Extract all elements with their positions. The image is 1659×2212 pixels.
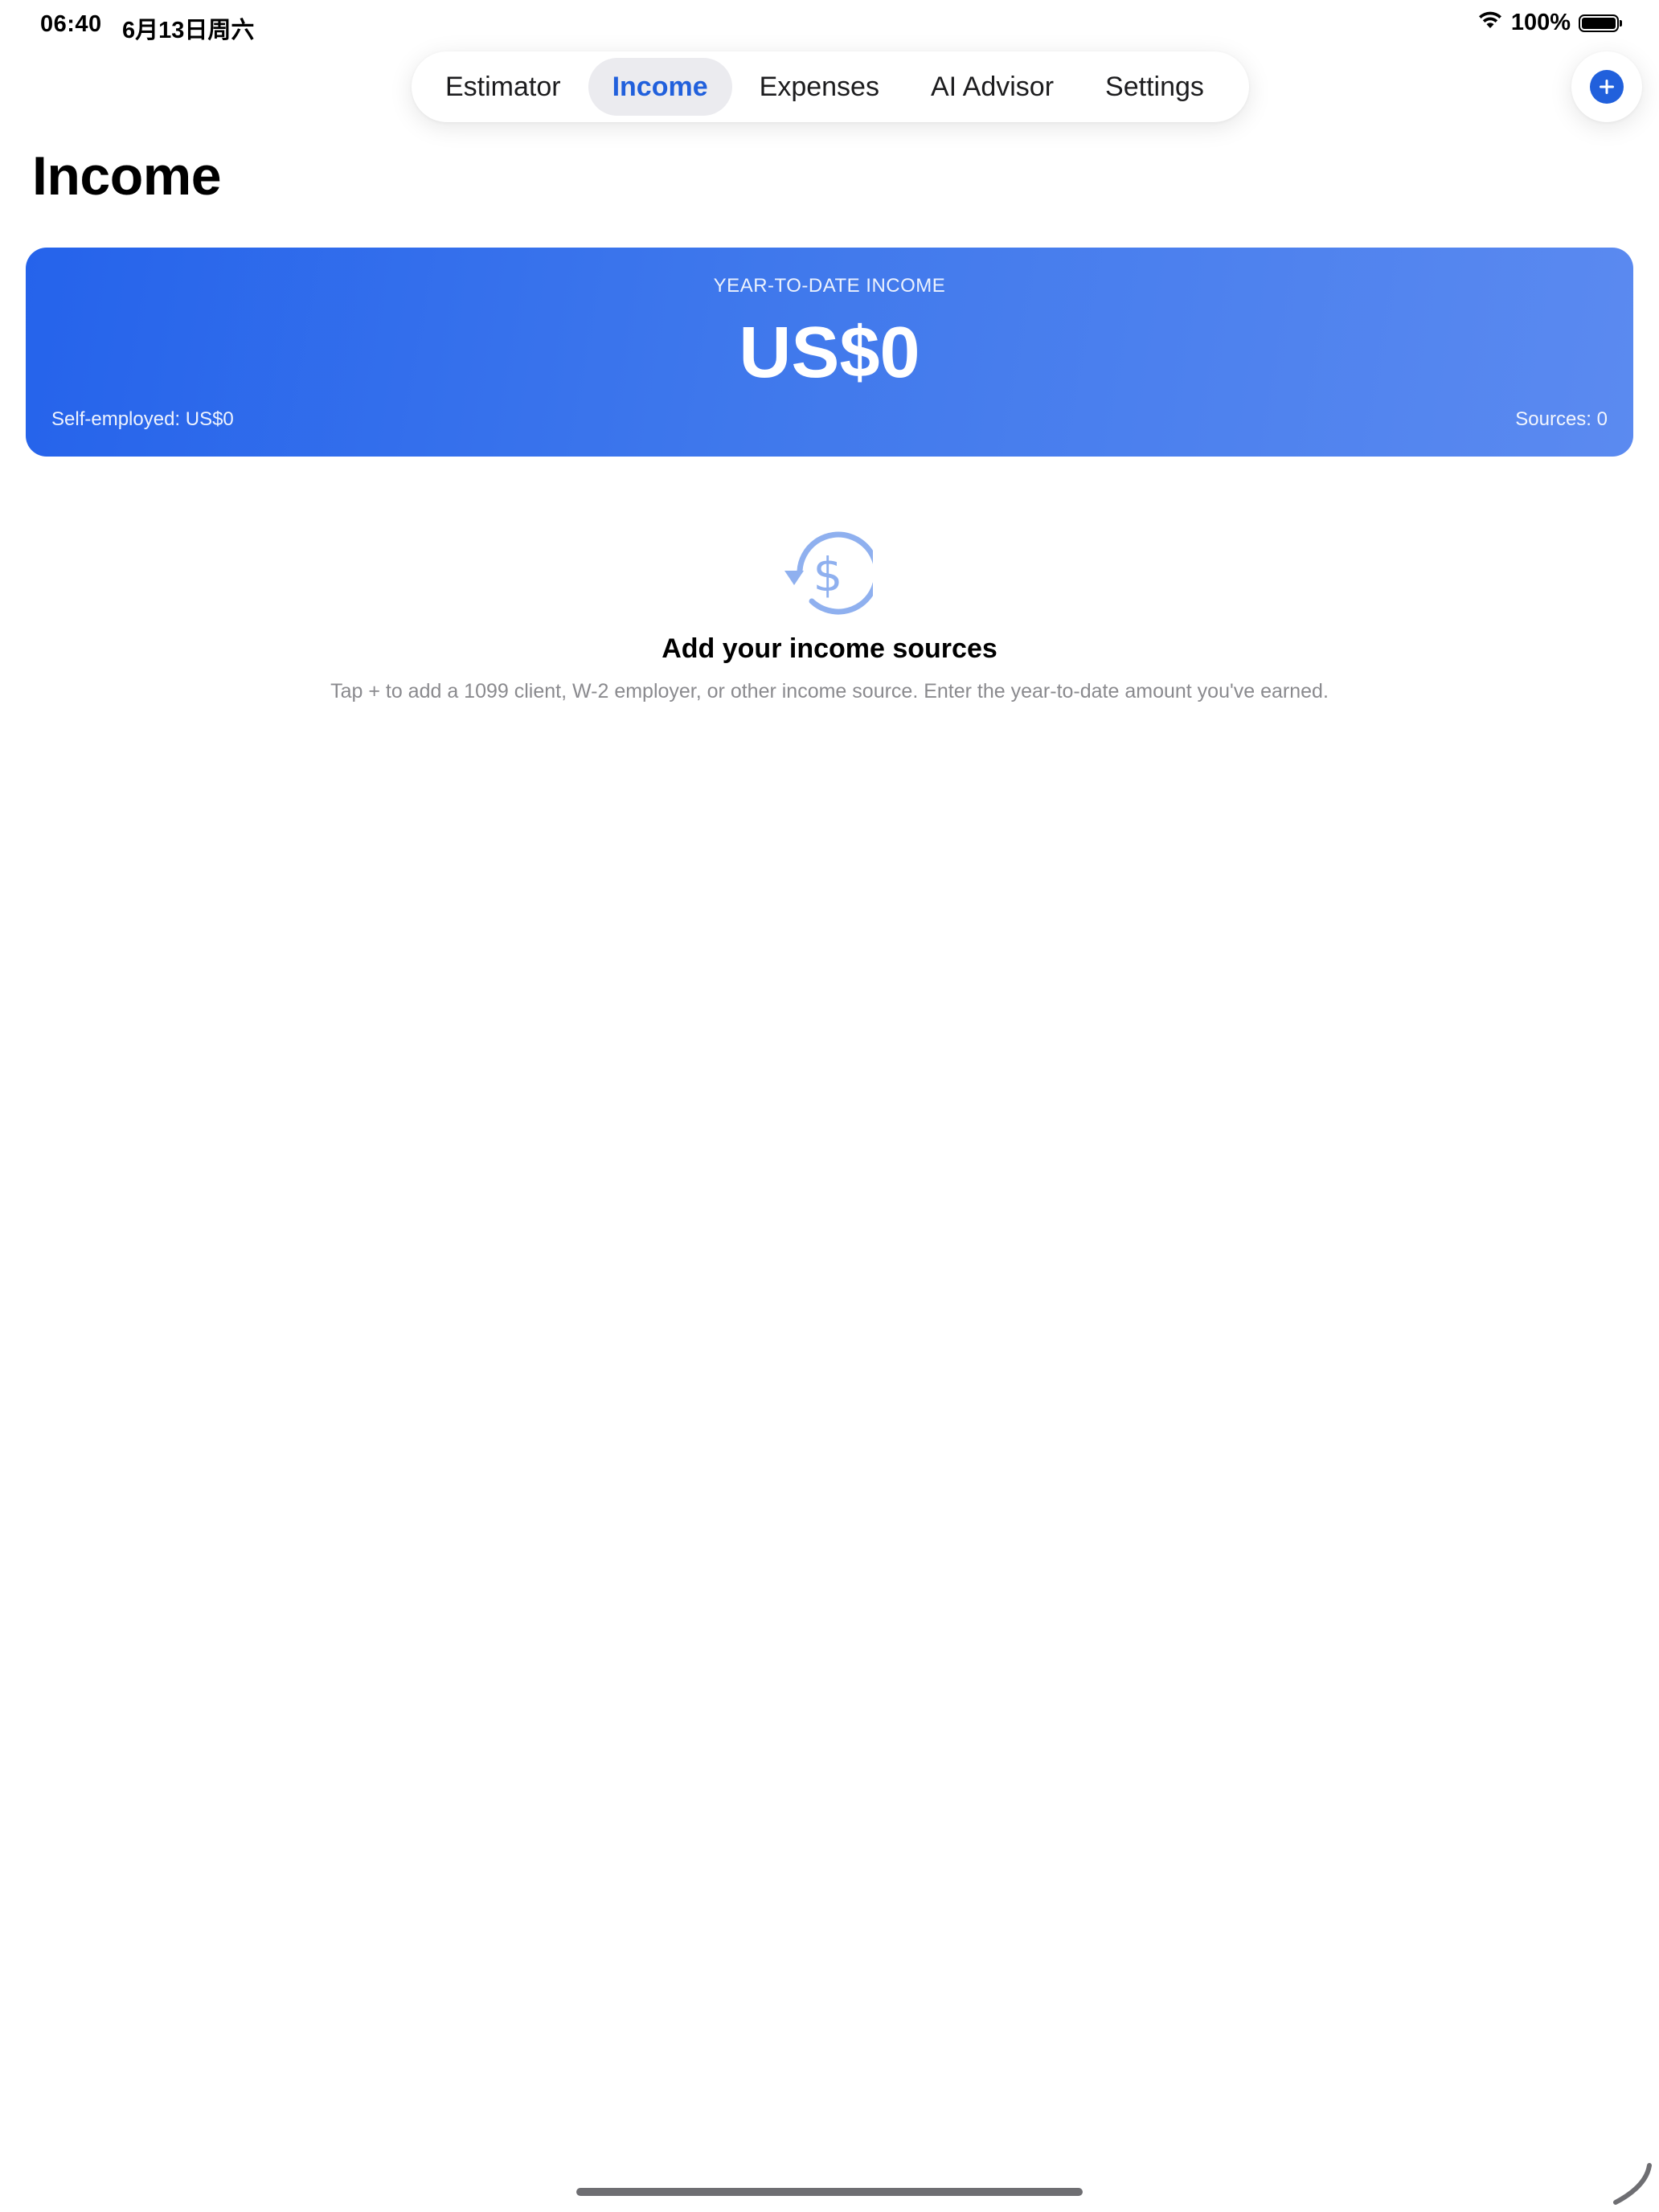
sources-count: Sources: 0 (1515, 408, 1608, 430)
income-screen: 06:40 6月13日周六 100% Estimator Income Expe… (0, 0, 1659, 2212)
corner-handle-icon (1608, 2159, 1656, 2207)
add-income-button[interactable] (1571, 51, 1642, 122)
status-time: 06:40 (40, 11, 102, 37)
dollar-refresh-icon: $ (776, 530, 880, 619)
self-employed-total: Self-employed: US$0 (51, 408, 234, 430)
battery-percentage: 100% (1510, 10, 1571, 35)
empty-state-description: Tap + to add a 1099 client, W-2 employer… (330, 680, 1329, 703)
status-bar: 06:40 6月13日周六 100% (0, 0, 1659, 51)
status-indicators: 100% (1477, 10, 1622, 36)
wifi-icon (1477, 10, 1503, 36)
page-title: Income (32, 145, 222, 207)
ytd-income-label: YEAR-TO-DATE INCOME (713, 275, 946, 297)
ytd-income-card: YEAR-TO-DATE INCOME US$0 Self-employed: … (26, 248, 1633, 457)
tab-expenses[interactable]: Expenses (735, 58, 903, 116)
plus-icon (1590, 70, 1624, 104)
tab-income[interactable]: Income (588, 58, 732, 116)
status-date: 6月13日周六 (122, 18, 255, 43)
ytd-income-amount: US$0 (739, 313, 920, 393)
empty-state-title: Add your income sources (662, 633, 997, 664)
tab-bar: Estimator Income Expenses AI Advisor Set… (412, 51, 1249, 122)
battery-icon (1579, 14, 1622, 32)
tab-estimator[interactable]: Estimator (421, 58, 585, 116)
svg-text:$: $ (813, 547, 843, 602)
home-indicator[interactable] (576, 2188, 1083, 2196)
tab-settings[interactable]: Settings (1081, 58, 1228, 116)
tab-ai-advisor[interactable]: AI Advisor (907, 58, 1078, 116)
